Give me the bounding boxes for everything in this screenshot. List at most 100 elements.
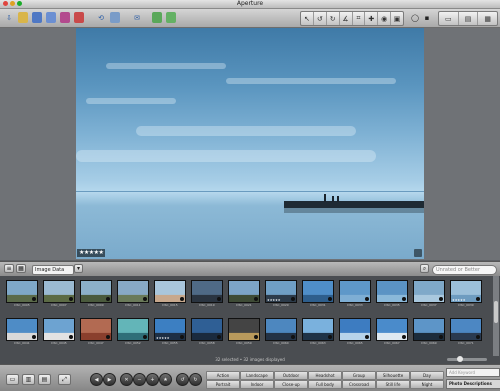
rotate-left-tool-icon[interactable]: ↺: [314, 12, 327, 25]
thumbnail-caption: DSC_0065: [347, 341, 363, 345]
keyword-button[interactable]: Landscape: [240, 371, 274, 380]
photo-thumbnail[interactable]: ★★★★★: [154, 318, 186, 341]
photo-thumbnail[interactable]: [228, 318, 260, 341]
straighten-tool-icon[interactable]: ∡: [340, 12, 353, 25]
main-photo[interactable]: ★★★★★: [76, 28, 424, 259]
hud-icon[interactable]: ▪: [422, 12, 432, 23]
crop-tool-icon[interactable]: ⌗: [353, 12, 366, 25]
keyword-button[interactable]: Still life: [376, 380, 410, 389]
photo-thumbnail[interactable]: [265, 318, 297, 341]
metadata-options-icon[interactable]: ▾: [74, 264, 83, 273]
layout-viewer-icon[interactable]: ▭: [439, 12, 459, 25]
badge-icon: [439, 335, 443, 339]
layout-browser-icon[interactable]: ▦: [478, 12, 497, 25]
search-field[interactable]: Unrated or Better: [432, 265, 497, 275]
select-tool-icon[interactable]: ↖: [301, 12, 314, 25]
rotate-right-icon[interactable]: ↻: [189, 373, 202, 386]
rotate-right-tool-icon[interactable]: ↻: [327, 12, 340, 25]
keyword-preset-select[interactable]: Photo Descriptions: [446, 379, 500, 389]
add-keyword-field[interactable]: Add Keyword: [446, 368, 500, 377]
import-icon[interactable]: ⇩: [4, 12, 14, 23]
rotate-left-icon[interactable]: ↺: [176, 373, 189, 386]
next-image-icon[interactable]: ▶: [103, 373, 116, 386]
keyword-button[interactable]: Indoor: [240, 380, 274, 389]
web-gallery-icon[interactable]: ⟲: [96, 12, 106, 23]
decrease-rating-icon[interactable]: −: [133, 373, 146, 386]
projects-toggle-icon[interactable]: ▥: [22, 374, 35, 385]
photo-thumbnail[interactable]: [191, 280, 223, 303]
photo-thumbnail[interactable]: [6, 318, 38, 341]
filter-icon[interactable]: ⌕: [420, 264, 429, 273]
print-icon[interactable]: [166, 12, 176, 23]
metadata-view-select[interactable]: Image Data: [32, 265, 74, 275]
photo-thumbnail[interactable]: [339, 318, 371, 341]
keyword-button[interactable]: Crossroad: [342, 380, 376, 389]
stack-icon[interactable]: [110, 12, 120, 23]
photo-thumbnail[interactable]: [43, 318, 75, 341]
slider-knob[interactable]: [457, 356, 463, 362]
red-eye-tool-icon[interactable]: ◉: [378, 12, 392, 25]
photo-thumbnail[interactable]: [302, 280, 334, 303]
keyword-button[interactable]: Night: [410, 380, 444, 389]
layout-split-icon[interactable]: ▤: [459, 12, 479, 25]
photo-thumbnail[interactable]: [302, 318, 334, 341]
photo-thumbnail[interactable]: ★★★★★: [450, 280, 482, 303]
spot-patch-tool-icon[interactable]: ✚: [365, 12, 379, 25]
previous-image-icon[interactable]: ◀: [90, 373, 103, 386]
photo-thumbnail[interactable]: [376, 318, 408, 341]
thumbnail-size-slider[interactable]: [447, 356, 487, 362]
rating-badge: ★★★★★: [77, 249, 106, 257]
keyword-button[interactable]: Day: [410, 371, 444, 380]
photo-thumbnail[interactable]: [450, 318, 482, 341]
keyword-button[interactable]: Silhouette: [376, 371, 410, 380]
full-screen-icon[interactable]: ⤢: [58, 374, 71, 385]
badge-icon: [217, 335, 221, 339]
photo-thumbnail[interactable]: [80, 318, 112, 341]
email-icon[interactable]: ✉: [132, 12, 142, 23]
book-icon[interactable]: [74, 12, 84, 23]
photo-thumbnail[interactable]: [339, 280, 371, 303]
photo-thumbnail[interactable]: [6, 280, 38, 303]
new-album-icon[interactable]: [32, 12, 42, 23]
inspector-toggle-icon[interactable]: ▤: [38, 374, 51, 385]
loupe-icon[interactable]: ◯: [410, 12, 420, 23]
photo-thumbnail[interactable]: [413, 318, 445, 341]
lift-stamp-tool-icon[interactable]: ▣: [391, 12, 403, 25]
thumbnail-caption: DSC_0015: [162, 303, 178, 307]
scroll-thumb[interactable]: [494, 301, 498, 323]
new-smart-album-icon[interactable]: [46, 12, 56, 23]
thumbnail-caption: DSC_0019: [199, 303, 215, 307]
browser-scrollbar[interactable]: [493, 276, 499, 356]
person-figure: [337, 196, 339, 202]
photo-thumbnail[interactable]: [80, 280, 112, 303]
photo-thumbnail[interactable]: [154, 280, 186, 303]
keyword-button[interactable]: Close-up: [274, 380, 308, 389]
photo-thumbnail[interactable]: [413, 280, 445, 303]
keyword-button[interactable]: Headshot: [308, 371, 342, 380]
keyword-button[interactable]: Action: [206, 371, 240, 380]
photo-thumbnail[interactable]: [117, 280, 149, 303]
keyword-button[interactable]: Full body: [308, 380, 342, 389]
photo-thumbnail[interactable]: [43, 280, 75, 303]
keyword-button[interactable]: Group: [342, 371, 376, 380]
increase-rating-icon[interactable]: +: [146, 373, 159, 386]
thumbnail-rating: ★★★★★: [156, 336, 170, 340]
control-bar-toggle-icon[interactable]: ▭: [6, 374, 19, 385]
export-icon[interactable]: [152, 12, 162, 23]
title-bar: Aperture: [0, 0, 500, 9]
view-as-list-icon[interactable]: ≡: [4, 264, 14, 273]
keyword-button[interactable]: Portrait: [206, 380, 240, 389]
reject-icon[interactable]: ✕: [120, 373, 133, 386]
keyword-button[interactable]: Outdoor: [274, 371, 308, 380]
window-title: Aperture: [236, 0, 264, 7]
thumbnail-caption: DSC_0005: [14, 303, 30, 307]
photo-thumbnail[interactable]: [228, 280, 260, 303]
photo-thumbnail[interactable]: [376, 280, 408, 303]
new-project-icon[interactable]: [18, 12, 28, 23]
light-table-icon[interactable]: [60, 12, 70, 23]
photo-thumbnail[interactable]: [117, 318, 149, 341]
photo-thumbnail[interactable]: ★★★★★: [265, 280, 297, 303]
photo-thumbnail[interactable]: [191, 318, 223, 341]
view-as-grid-icon[interactable]: ▦: [16, 264, 26, 273]
select-icon[interactable]: ★: [159, 373, 172, 386]
